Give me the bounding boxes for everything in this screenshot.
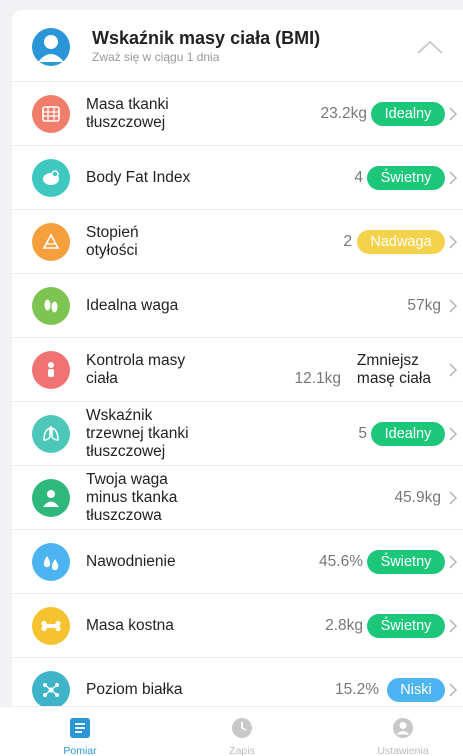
row-value: 12.1kg (294, 370, 341, 387)
list-item-obesity-degree[interactable]: Stopień otyłości 2 Nadwaga (12, 210, 463, 274)
tab-measurement[interactable]: Pomiar (20, 707, 140, 756)
status-badge: Idealny (371, 422, 445, 446)
row-label: Masa kostna (86, 617, 174, 634)
chevron-right-icon (449, 427, 458, 441)
status-badge: Świetny (367, 614, 445, 638)
chevron-right-icon (449, 299, 458, 313)
person-icon (32, 28, 70, 66)
row-label: Idealna waga (86, 297, 179, 314)
row-label: Nawodnienie (86, 553, 176, 570)
metrics-card: Wskaźnik masy ciała (BMI) Zważ się w cią… (12, 10, 463, 710)
chevron-right-icon (449, 619, 458, 633)
row-value: 4 (354, 169, 363, 186)
chevron-right-icon (449, 555, 458, 569)
tab-label: Pomiar (63, 745, 97, 756)
tab-record[interactable]: Zapis (182, 707, 302, 756)
protein-molecule-icon (32, 671, 70, 709)
bottom-tab-bar: Pomiar Zapis Ustawienia (0, 706, 463, 756)
list-item-ideal-weight[interactable]: Idealna waga 57kg (12, 274, 463, 338)
row-value: 45.9kg (394, 489, 441, 506)
weight-control-icon (32, 351, 70, 389)
tab-settings[interactable]: Ustawienia (343, 707, 463, 756)
fat-mass-icon (32, 95, 70, 133)
list-item-visceral-fat[interactable]: Wskaźnik trzewnej tkanki tłuszczowej 5 I… (12, 402, 463, 466)
list-item-hydration[interactable]: Nawodnienie 45.6% Świetny (12, 530, 463, 594)
chevron-right-icon (449, 235, 458, 249)
row-value: 45.6% (319, 553, 363, 570)
row-label: Kontrola masy ciała (86, 352, 186, 387)
water-drops-icon (32, 543, 70, 581)
obesity-degree-icon (32, 223, 70, 261)
footprints-icon (32, 287, 70, 325)
bmi-header[interactable]: Wskaźnik masy ciała (BMI) Zważ się w cią… (12, 10, 463, 82)
row-label: Twoja waga minus tkanka tłuszczowa (86, 471, 178, 524)
page-title: Wskaźnik masy ciała (BMI) (92, 28, 321, 48)
row-label: Wskaźnik trzewnej tkanki tłuszczowej (86, 407, 189, 460)
measurement-icon (69, 717, 91, 739)
list-item-lean-mass[interactable]: Twoja waga minus tkanka tłuszczowa 45.9k… (12, 466, 463, 530)
row-label: Body Fat Index (86, 169, 191, 186)
row-value: 23.2kg (320, 105, 367, 122)
status-badge: Niski (387, 678, 445, 702)
status-badge: Świetny (367, 550, 445, 574)
list-item-protein-level[interactable]: Poziom białka 15.2% Niski (12, 658, 463, 710)
user-settings-icon (392, 717, 414, 739)
row-value: 5 (358, 425, 367, 442)
list-item-fat-mass[interactable]: Masa tkanki tłuszczowej 23.2kg Idealny (12, 82, 463, 146)
chevron-right-icon (449, 683, 458, 697)
row-label: Stopień otyłości (86, 224, 139, 259)
chevron-right-icon (449, 363, 458, 377)
lean-mass-icon (32, 479, 70, 517)
tab-label: Ustawienia (377, 745, 429, 756)
recommendation-text: Zmniejsz masę ciała (356, 352, 431, 387)
status-badge: Nadwaga (357, 230, 445, 254)
status-badge: Idealny (371, 102, 445, 126)
lungs-icon (32, 415, 70, 453)
tab-label: Zapis (229, 745, 255, 756)
row-value: 57kg (407, 297, 441, 314)
row-label: Masa tkanki tłuszczowej (86, 96, 169, 131)
clock-icon (231, 717, 253, 739)
page-subtitle: Zważ się w ciągu 1 dnia (92, 50, 220, 64)
chevron-right-icon (449, 107, 458, 121)
bone-icon (32, 607, 70, 645)
body-fat-index-icon (32, 159, 70, 197)
chevron-right-icon (449, 171, 458, 185)
list-item-body-fat-index[interactable]: Body Fat Index 4 Świetny (12, 146, 463, 210)
row-value: 15.2% (335, 681, 379, 698)
list-item-bone-mass[interactable]: Masa kostna 2.8kg Świetny (12, 594, 463, 658)
row-value: 2.8kg (325, 617, 363, 634)
status-badge: Świetny (367, 166, 445, 190)
chevron-right-icon (449, 491, 458, 505)
row-label: Poziom białka (86, 681, 183, 698)
list-item-weight-control[interactable]: Kontrola masy ciała 12.1kg Zmniejsz masę… (12, 338, 463, 402)
chevron-up-icon[interactable] (417, 40, 443, 54)
row-value: 2 (343, 233, 352, 250)
